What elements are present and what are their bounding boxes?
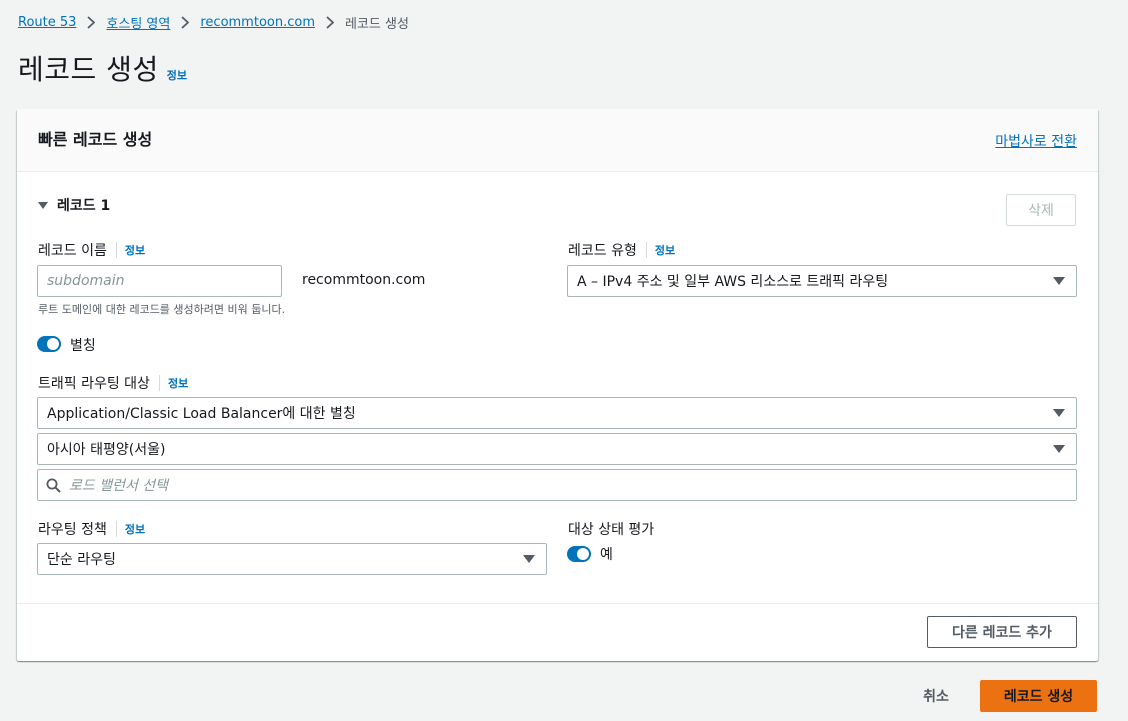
endpoint-select[interactable]: Application/Classic Load Balancer에 대한 별칭 bbox=[37, 397, 1077, 429]
load-balancer-placeholder: 로드 밸런서 선택 bbox=[69, 478, 169, 494]
label-divider bbox=[645, 242, 647, 258]
chevron-right-icon bbox=[326, 15, 334, 29]
routing-policy-label: 라우팅 정책 bbox=[38, 522, 107, 538]
breadcrumb-zone[interactable]: recommtoon.com bbox=[200, 15, 315, 30]
card-title: 빠른 레코드 생성 bbox=[38, 130, 153, 149]
record-section-title: 레코드 1 bbox=[57, 198, 111, 214]
domain-suffix: recommtoon.com bbox=[302, 272, 426, 288]
record-name-input[interactable]: subdomain bbox=[37, 265, 282, 297]
caret-down-icon bbox=[38, 201, 48, 209]
cancel-button[interactable]: 취소 bbox=[900, 680, 972, 712]
alias-label: 별칭 bbox=[70, 338, 96, 354]
record-name-info-link[interactable]: 정보 bbox=[125, 242, 145, 258]
health-label: 대상 상태 평가 bbox=[568, 522, 655, 538]
chevron-right-icon bbox=[181, 15, 190, 29]
caret-down-icon bbox=[1053, 409, 1065, 417]
page-header: 레코드 생성 정보 bbox=[18, 48, 187, 88]
routing-policy-label-row: 라우팅 정책 정보 bbox=[38, 519, 145, 539]
delete-button[interactable]: 삭제 bbox=[1006, 194, 1076, 226]
endpoint-value: Application/Classic Load Balancer에 대한 별칭 bbox=[47, 406, 356, 422]
routing-policy-select[interactable]: 단순 라우팅 bbox=[37, 543, 547, 575]
load-balancer-search[interactable]: 로드 밸런서 선택 bbox=[37, 469, 1077, 501]
region-value: 아시아 태평양(서울) bbox=[47, 442, 166, 458]
record-type-label: 레코드 유형 bbox=[568, 243, 637, 259]
label-divider bbox=[115, 521, 117, 537]
card-divider bbox=[17, 603, 1098, 604]
record-type-value: A – IPv4 주소 및 일부 AWS 리소스로 트래픽 라우팅 bbox=[577, 274, 889, 290]
record-name-hint: 루트 도메인에 대한 레코드를 생성하려면 비워 둡니다. bbox=[38, 303, 286, 316]
caret-down-icon bbox=[1053, 445, 1065, 453]
breadcrumb-current: 레코드 생성 bbox=[345, 16, 409, 32]
page-info-link[interactable]: 정보 bbox=[167, 67, 187, 83]
record-type-select[interactable]: A – IPv4 주소 및 일부 AWS 리소스로 트래픽 라우팅 bbox=[567, 265, 1077, 297]
route-target-label: 트래픽 라우팅 대상 bbox=[38, 376, 150, 392]
caret-down-icon bbox=[523, 555, 535, 563]
label-divider bbox=[158, 375, 160, 391]
route-target-info-link[interactable]: 정보 bbox=[168, 375, 188, 391]
search-icon bbox=[46, 478, 61, 493]
health-toggle[interactable] bbox=[567, 546, 591, 562]
breadcrumb-route53[interactable]: Route 53 bbox=[18, 15, 76, 30]
record-type-label-row: 레코드 유형 정보 bbox=[568, 240, 675, 260]
record-name-label: 레코드 이름 bbox=[38, 243, 107, 259]
add-record-button[interactable]: 다른 레코드 추가 bbox=[927, 616, 1077, 648]
page-title: 레코드 생성 bbox=[18, 53, 159, 86]
quick-create-card: 빠른 레코드 생성 마법사로 전환 레코드 1 삭제 레코드 이름 정보 sub… bbox=[17, 109, 1098, 661]
record-type-info-link[interactable]: 정보 bbox=[655, 242, 675, 258]
record-name-label-row: 레코드 이름 정보 bbox=[38, 240, 145, 260]
toggle-knob bbox=[47, 338, 59, 350]
chevron-right-icon bbox=[87, 15, 96, 29]
card-header: 빠른 레코드 생성 마법사로 전환 bbox=[17, 109, 1098, 172]
breadcrumb-hosted-zones[interactable]: 호스팅 영역 bbox=[106, 13, 170, 32]
breadcrumb: Route 53 호스팅 영역 recommtoon.com 레코드 생성 bbox=[18, 12, 409, 32]
routing-policy-info-link[interactable]: 정보 bbox=[125, 521, 145, 537]
caret-down-icon bbox=[1053, 277, 1065, 285]
switch-to-wizard-link[interactable]: 마법사로 전환 bbox=[995, 131, 1077, 151]
region-select[interactable]: 아시아 태평양(서울) bbox=[37, 433, 1077, 465]
label-divider bbox=[115, 242, 117, 258]
toggle-knob bbox=[577, 548, 589, 560]
route-target-label-row: 트래픽 라우팅 대상 정보 bbox=[38, 373, 188, 393]
health-value: 예 bbox=[600, 547, 613, 563]
create-records-button[interactable]: 레코드 생성 bbox=[980, 680, 1097, 712]
routing-policy-value: 단순 라우팅 bbox=[47, 552, 116, 568]
record-section-toggle[interactable]: 레코드 1 bbox=[38, 195, 110, 215]
alias-toggle[interactable] bbox=[37, 336, 61, 352]
